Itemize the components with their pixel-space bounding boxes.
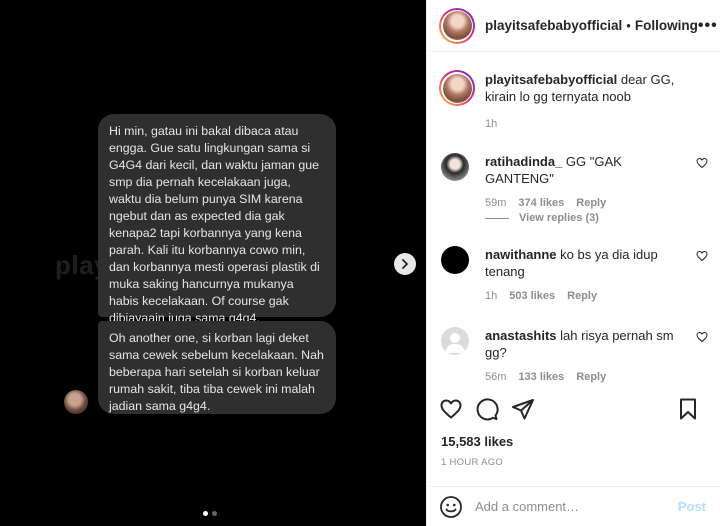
caption-time: 1h [485, 118, 498, 130]
carousel-dot [212, 511, 217, 516]
default-avatar-icon [445, 333, 465, 353]
heart-icon[interactable] [696, 250, 708, 262]
comment-input[interactable] [475, 499, 678, 514]
replies-divider [485, 217, 509, 219]
following-button[interactable]: Following [635, 18, 698, 33]
comments-list[interactable]: playitsafebabyofficial dear GG, kirain l… [427, 53, 720, 388]
caption-author-avatar[interactable] [439, 70, 475, 106]
header-separator: • [626, 18, 631, 33]
dm-message-bubble: Oh another one, si korban lagi deket sam… [98, 321, 336, 414]
more-options-icon[interactable]: ••• [698, 17, 718, 35]
chevron-right-icon [402, 259, 408, 269]
comment-likes[interactable]: 503 likes [509, 290, 555, 302]
comment-username[interactable]: anastashits [485, 328, 557, 343]
save-bookmark-icon[interactable] [676, 397, 700, 421]
comment-item: nawithanne ko bs ya dia idup tenang 1h 5… [439, 246, 708, 302]
view-replies-button[interactable]: View replies (3) [485, 212, 599, 224]
post-media: playitsafebabyofficial Hi min, gatau ini… [0, 0, 426, 526]
commenter-avatar[interactable] [441, 327, 469, 355]
comment-likes[interactable]: 374 likes [518, 197, 564, 209]
comment-username[interactable]: ratihadinda_ [485, 154, 562, 169]
comment-time: 1h [485, 290, 498, 302]
reply-button[interactable]: Reply [567, 290, 597, 302]
emoji-smiley-icon[interactable] [439, 495, 463, 519]
post-header: playitsafebabyofficial • Following ••• [427, 0, 720, 52]
view-replies-label: View replies (3) [519, 212, 599, 224]
comment-item: ratihadinda_ GG "GAK GANTENG" 59m 374 li… [439, 153, 708, 209]
heart-icon[interactable] [696, 157, 708, 169]
author-username[interactable]: playitsafebabyofficial [485, 18, 622, 33]
dm-sender-avatar [64, 390, 88, 414]
comment-bubble-icon[interactable] [475, 397, 499, 421]
add-comment-bar: Post [427, 486, 720, 526]
reply-button[interactable]: Reply [576, 371, 606, 383]
caption-username[interactable]: playitsafebabyofficial [485, 72, 617, 87]
heart-icon[interactable] [696, 331, 708, 343]
commenter-avatar[interactable] [441, 246, 469, 274]
post-timestamp[interactable]: 1 HOUR AGO [441, 457, 503, 468]
reply-button[interactable]: Reply [576, 197, 606, 209]
dm-message-bubble: Hi min, gatau ini bakal dibaca atau engg… [98, 114, 336, 325]
comment-time: 56m [485, 371, 507, 383]
carousel-indicator [203, 511, 217, 516]
comment-time: 59m [485, 197, 507, 209]
like-heart-icon[interactable] [439, 397, 463, 421]
comment-username[interactable]: nawithanne [485, 247, 557, 262]
share-paper-plane-icon[interactable] [511, 397, 535, 421]
commenter-avatar[interactable] [441, 153, 469, 181]
comment-item: anastashits lah risya pernah sm gg? 56m … [439, 327, 708, 383]
carousel-next-button[interactable] [394, 253, 416, 275]
post-actions [439, 396, 708, 422]
likes-count[interactable]: 15,583 likes [441, 434, 513, 449]
comment-likes[interactable]: 133 likes [518, 371, 564, 383]
post-comment-button[interactable]: Post [678, 499, 706, 514]
post-caption: playitsafebabyofficial dear GG, kirain l… [439, 70, 708, 130]
carousel-dot-active [203, 511, 208, 516]
author-avatar[interactable] [439, 7, 475, 44]
post-side-panel: playitsafebabyofficial • Following ••• p… [426, 0, 720, 526]
